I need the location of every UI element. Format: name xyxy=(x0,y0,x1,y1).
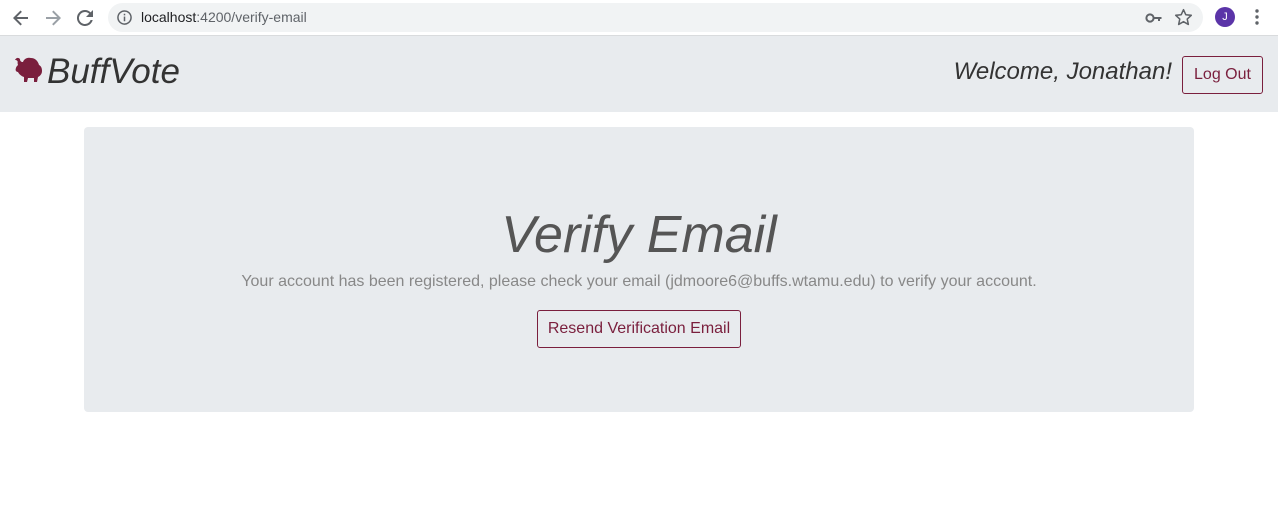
back-arrow-icon xyxy=(13,10,28,26)
reload-button[interactable] xyxy=(72,5,98,31)
key-icon[interactable] xyxy=(1145,9,1163,27)
brand-title[interactable]: BuffVote xyxy=(47,52,180,92)
app-navbar: BuffVote Welcome, Jonathan! Log Out xyxy=(0,36,1278,112)
verify-email-panel: Verify Email Your account has been regis… xyxy=(84,127,1194,412)
forward-arrow-icon xyxy=(46,10,61,26)
resend-verification-button[interactable]: Resend Verification Email xyxy=(537,310,741,348)
info-icon[interactable] xyxy=(117,10,132,25)
verification-message: Your account has been registered, please… xyxy=(241,273,1037,290)
url-host: localhost xyxy=(141,9,197,25)
reload-icon xyxy=(77,10,93,26)
logout-button[interactable]: Log Out xyxy=(1182,56,1263,94)
page-title: Verify Email xyxy=(501,206,777,264)
welcome-message: Welcome, Jonathan! xyxy=(953,58,1172,85)
back-button[interactable] xyxy=(8,5,34,31)
address-bar[interactable]: localhost:4200/verify-email xyxy=(108,3,1203,32)
profile-avatar[interactable]: J xyxy=(1215,7,1235,27)
url-text[interactable]: localhost:4200/verify-email xyxy=(141,9,307,26)
browser-toolbar: localhost:4200/verify-email J xyxy=(0,0,1278,36)
kebab-menu-icon[interactable] xyxy=(1251,8,1263,28)
forward-button[interactable] xyxy=(40,5,66,31)
url-path: :4200/verify-email xyxy=(196,9,307,25)
buffalo-logo-icon[interactable] xyxy=(14,56,44,84)
star-icon[interactable] xyxy=(1174,8,1193,27)
